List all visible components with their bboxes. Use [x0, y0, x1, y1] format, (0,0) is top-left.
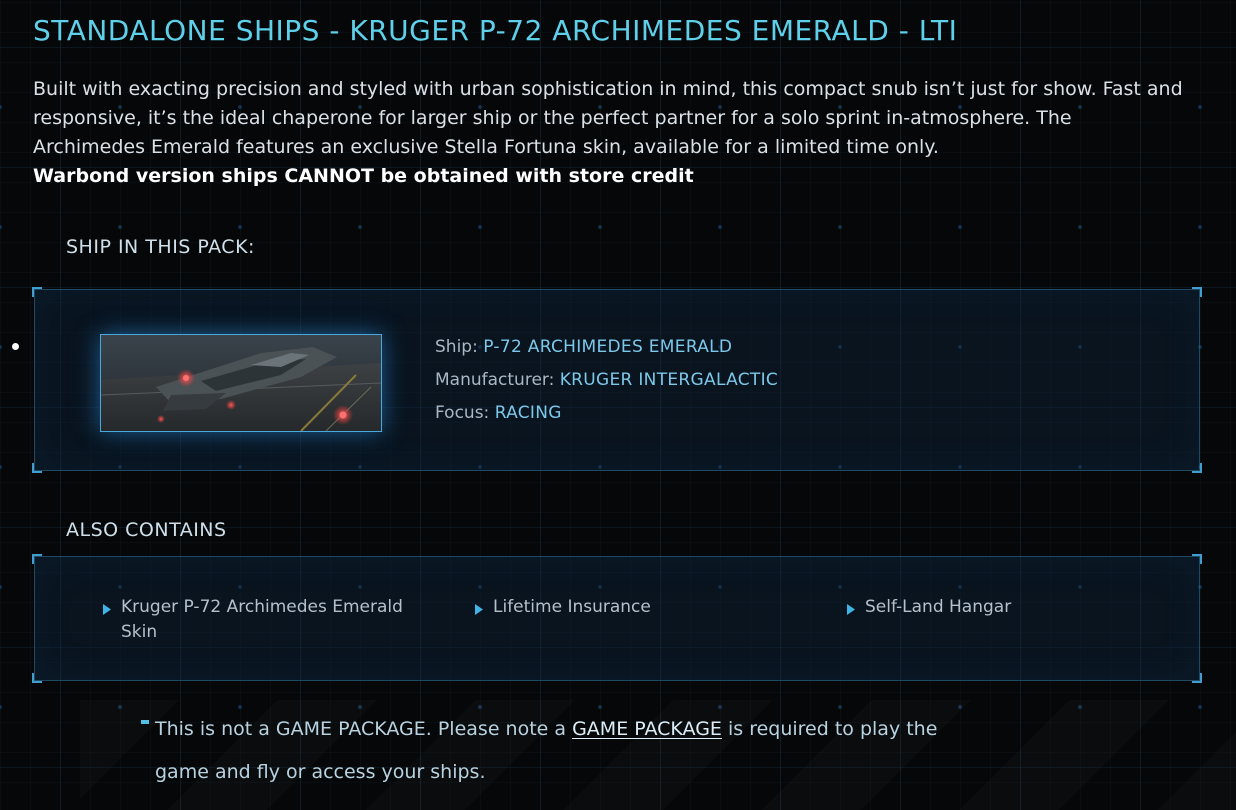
contains-item-label: Lifetime Insurance [493, 597, 651, 617]
contains-item-skin: Kruger P-72 Archimedes Emerald Skin [103, 595, 421, 645]
ship-section-heading: SHIP IN THIS PACK: [66, 236, 255, 258]
contains-item-hangar: Self-Land Hangar [847, 595, 1125, 620]
ship-specs: Ship: P-72 ARCHIMEDES EMERALD Manufactur… [435, 337, 778, 436]
spec-focus-label: Focus: [435, 403, 495, 423]
corner-bracket [32, 554, 42, 564]
carousel-dot[interactable] [12, 343, 19, 350]
corner-bracket [32, 287, 42, 297]
contains-item-label: Self-Land Hangar [865, 597, 1012, 617]
spec-manufacturer-label: Manufacturer: [435, 370, 560, 390]
bullet-arrow-icon [847, 604, 855, 615]
contains-card: Kruger P-72 Archimedes Emerald Skin Life… [32, 554, 1202, 683]
ship-description: Built with exacting precision and styled… [33, 78, 1183, 158]
warbond-note: Warbond version ships CANNOT be obtained… [33, 165, 694, 187]
corner-bracket [1192, 287, 1202, 297]
corner-bracket [1192, 554, 1202, 564]
ship-image [101, 335, 381, 431]
page-title: STANDALONE SHIPS - KRUGER P-72 ARCHIMEDE… [33, 14, 958, 47]
spec-manufacturer-value: KRUGER INTERGALACTIC [559, 370, 779, 390]
footer-bullet-icon [141, 720, 149, 724]
spec-ship-label: Ship: [435, 337, 484, 357]
notice-text-before: This is not a GAME PACKAGE. Please note … [155, 718, 573, 740]
game-package-link[interactable]: GAME PACKAGE [572, 718, 722, 740]
ship-thumbnail[interactable] [100, 334, 382, 432]
spec-ship-value: P-72 ARCHIMEDES EMERALD [483, 337, 733, 357]
spec-manufacturer: Manufacturer: KRUGER INTERGALACTIC [435, 370, 778, 403]
spec-focus-value: RACING [494, 403, 562, 423]
bullet-arrow-icon [103, 604, 111, 615]
contains-item-label: Kruger P-72 Archimedes Emerald Skin [121, 597, 403, 642]
corner-bracket [32, 463, 42, 473]
corner-bracket [1192, 463, 1202, 473]
spec-ship: Ship: P-72 ARCHIMEDES EMERALD [435, 337, 778, 370]
contains-item-insurance: Lifetime Insurance [475, 595, 753, 620]
game-package-notice: This is not a GAME PACKAGE. Please note … [155, 708, 955, 794]
corner-bracket [1192, 673, 1202, 683]
bullet-arrow-icon [475, 604, 483, 615]
spec-focus: Focus: RACING [435, 403, 778, 436]
corner-bracket [32, 673, 42, 683]
contains-section-heading: ALSO CONTAINS [66, 519, 227, 541]
ship-card: Ship: P-72 ARCHIMEDES EMERALD Manufactur… [32, 287, 1202, 473]
